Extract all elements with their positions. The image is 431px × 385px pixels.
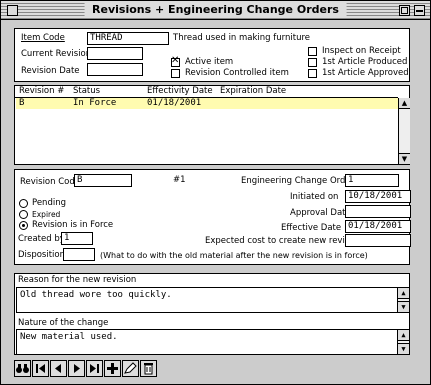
column-revision[interactable]: Revision # bbox=[19, 86, 64, 97]
reason-scrollbar[interactable]: ▲ ▼ bbox=[397, 288, 409, 312]
title-bar[interactable]: Revisions + Engineering Change Orders bbox=[1, 1, 430, 20]
nature-scrollbar[interactable]: ▲ ▼ bbox=[397, 330, 409, 354]
nature-label: Nature of the change bbox=[18, 318, 109, 328]
nature-scroll-up-icon[interactable]: ▲ bbox=[398, 330, 409, 341]
window: Revisions + Engineering Change Orders It… bbox=[0, 0, 431, 385]
in-force-radio[interactable] bbox=[19, 221, 28, 230]
inspect-on-receipt-checkbox[interactable] bbox=[308, 47, 317, 56]
nature-scroll-down-icon[interactable]: ▼ bbox=[398, 343, 409, 354]
created-by-label: Created by bbox=[18, 234, 65, 244]
initiated-on-field[interactable]: 10/18/2001 bbox=[345, 190, 411, 203]
revision-date-label: Revision Date bbox=[21, 66, 80, 76]
window-title: Revisions + Engineering Change Orders bbox=[84, 3, 347, 17]
current-revision-field[interactable] bbox=[87, 47, 143, 60]
eco-number-field[interactable]: 1 bbox=[345, 174, 399, 187]
created-by-field[interactable]: 1 bbox=[61, 232, 93, 245]
revision-date-field[interactable] bbox=[87, 63, 143, 76]
revisions-list-panel: Revision # Status Effectivity Date Expir… bbox=[14, 85, 410, 165]
first-article-approved-checkbox[interactable] bbox=[308, 69, 317, 78]
column-expiration-date[interactable]: Expiration Date bbox=[220, 86, 286, 97]
reason-label: Reason for the new revision bbox=[18, 275, 137, 285]
reason-scroll-up-icon[interactable]: ▲ bbox=[398, 288, 409, 299]
scroll-down-icon[interactable]: ▼ bbox=[399, 153, 410, 164]
zoom-box-icon[interactable] bbox=[399, 5, 410, 16]
column-effectivity-date[interactable]: Effectivity Date bbox=[147, 86, 213, 97]
reason-textarea[interactable]: Old thread wore too quickly. ▲ ▼ bbox=[16, 287, 410, 313]
revision-code-field[interactable]: B bbox=[74, 174, 132, 187]
active-item-checkbox[interactable] bbox=[171, 55, 180, 67]
sequence-number: #1 bbox=[173, 175, 186, 185]
add-record-icon[interactable] bbox=[104, 360, 121, 377]
item-code-label: Item Code bbox=[21, 33, 65, 43]
revision-controlled-label: Revision Controlled item bbox=[185, 68, 289, 78]
first-article-produced-checkbox[interactable] bbox=[308, 58, 317, 67]
pending-radio[interactable] bbox=[19, 199, 28, 208]
reason-scroll-down-icon[interactable]: ▼ bbox=[398, 301, 409, 312]
effective-date-label: Effective Date bbox=[281, 223, 342, 233]
disposition-field[interactable] bbox=[63, 248, 95, 261]
delete-record-icon[interactable] bbox=[140, 360, 157, 377]
table-row[interactable]: B In Force 01/18/2001 bbox=[16, 98, 398, 109]
expected-cost-label: Expected cost to create new revision bbox=[205, 236, 363, 246]
prev-record-icon[interactable] bbox=[50, 360, 67, 377]
inspect-on-receipt-label: Inspect on Receipt bbox=[322, 46, 401, 56]
scroll-up-icon[interactable]: ▲ bbox=[399, 98, 410, 109]
record-toolbar bbox=[14, 360, 157, 377]
binoculars-icon[interactable] bbox=[14, 360, 31, 377]
edit-record-icon[interactable] bbox=[122, 360, 139, 377]
first-article-produced-label: 1st Article Produced bbox=[322, 57, 408, 67]
last-record-icon[interactable] bbox=[86, 360, 103, 377]
nature-text: New material used. bbox=[20, 332, 118, 342]
nature-textarea[interactable]: New material used. ▲ ▼ bbox=[16, 329, 410, 355]
in-force-label: Revision is in Force bbox=[32, 220, 114, 230]
first-record-icon[interactable] bbox=[32, 360, 49, 377]
column-status[interactable]: Status bbox=[73, 86, 100, 97]
approval-date-field[interactable] bbox=[345, 205, 411, 218]
effective-date-field[interactable]: 01/18/2001 bbox=[345, 220, 411, 233]
notes-panel: Reason for the new revision Old thread w… bbox=[14, 273, 410, 355]
next-record-icon[interactable] bbox=[68, 360, 85, 377]
row-effectivity-date: 01/18/2001 bbox=[147, 98, 202, 108]
active-item-label: Active item bbox=[185, 57, 234, 67]
close-box-icon[interactable] bbox=[7, 5, 18, 16]
reason-text: Old thread wore too quickly. bbox=[20, 290, 172, 300]
pending-label: Pending bbox=[32, 198, 66, 208]
expected-cost-field[interactable] bbox=[345, 234, 411, 247]
item-code-field[interactable]: THREAD bbox=[87, 32, 169, 45]
revision-detail-panel: Revision Code B #1 Engineering Change Or… bbox=[14, 169, 411, 265]
expired-label: Expired bbox=[32, 210, 61, 219]
approval-date-label: Approval Date bbox=[290, 208, 351, 218]
item-code-description: Thread used in making furniture bbox=[173, 33, 311, 43]
item-panel: Item Code THREAD Thread used in making f… bbox=[14, 28, 410, 82]
row-revision: B bbox=[19, 98, 25, 108]
current-revision-label: Current Revision bbox=[21, 49, 92, 59]
expired-radio[interactable] bbox=[19, 210, 28, 219]
list-scrollbar[interactable]: ▲ ▼ bbox=[398, 98, 410, 164]
disposition-hint: (What to do with the old material after … bbox=[100, 251, 368, 260]
row-status: In Force bbox=[73, 98, 117, 108]
revision-controlled-checkbox[interactable] bbox=[171, 69, 180, 78]
collapse-box-icon[interactable] bbox=[414, 5, 425, 16]
initiated-on-label: Initiated on bbox=[290, 192, 339, 202]
disposition-label: Disposition bbox=[18, 250, 66, 260]
revision-code-label: Revision Code bbox=[20, 177, 80, 187]
first-article-approved-label: 1st Article Approved bbox=[322, 68, 409, 78]
